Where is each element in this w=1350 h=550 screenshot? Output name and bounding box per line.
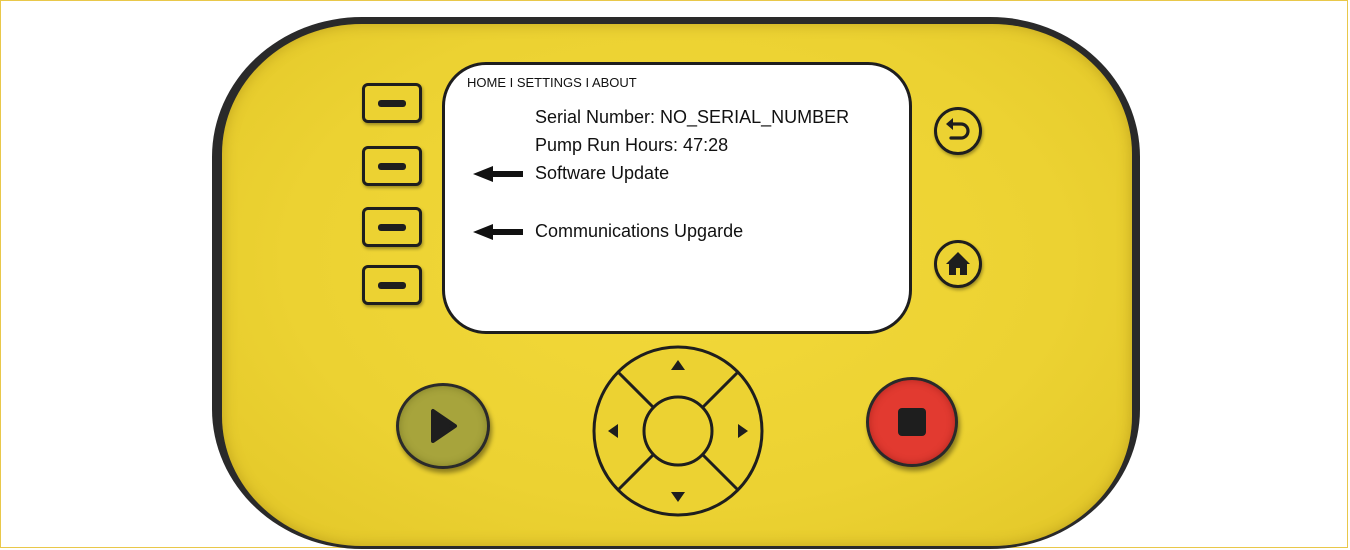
play-button[interactable] bbox=[396, 383, 490, 469]
directional-pad bbox=[592, 345, 764, 517]
left-arrow-pointer-icon bbox=[473, 224, 523, 240]
display-screen: HOME I SETTINGS I ABOUT Serial Number: N… bbox=[442, 62, 912, 334]
center-select-button[interactable] bbox=[642, 395, 714, 467]
software-update-option[interactable]: Software Update bbox=[535, 163, 669, 184]
serial-number-text: Serial Number: NO_SERIAL_NUMBER bbox=[535, 107, 850, 127]
home-icon bbox=[946, 252, 970, 275]
dash-icon bbox=[378, 282, 406, 289]
home-button[interactable] bbox=[934, 240, 982, 288]
dash-icon bbox=[378, 100, 406, 107]
stop-icon bbox=[898, 408, 926, 436]
back-arrow-icon bbox=[946, 118, 970, 140]
dash-icon bbox=[378, 224, 406, 231]
soft-key-1[interactable] bbox=[362, 83, 422, 123]
breadcrumb: HOME I SETTINGS I ABOUT bbox=[467, 75, 637, 90]
stop-button[interactable] bbox=[866, 377, 958, 467]
soft-key-4[interactable] bbox=[362, 265, 422, 305]
play-icon bbox=[431, 409, 457, 443]
left-arrow-pointer-icon bbox=[473, 166, 523, 182]
soft-key-3[interactable] bbox=[362, 207, 422, 247]
communications-upgrade-option[interactable]: Communications Upgarde bbox=[535, 221, 743, 242]
pump-run-hours-text: Pump Run Hours: 47:28 bbox=[535, 135, 729, 155]
back-button[interactable] bbox=[934, 107, 982, 155]
soft-key-2[interactable] bbox=[362, 146, 422, 186]
dash-icon bbox=[378, 163, 406, 170]
